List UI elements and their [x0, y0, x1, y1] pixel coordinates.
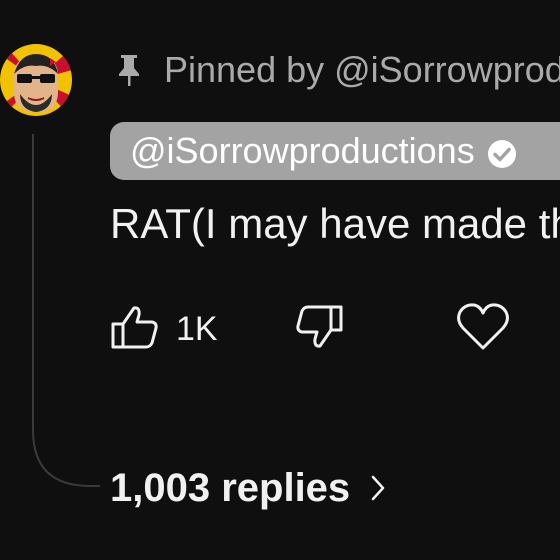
author-chip[interactable]: @iSorrowproductions — [110, 122, 560, 180]
pin-icon — [116, 53, 142, 87]
replies-label[interactable]: 1,003 replies — [110, 466, 350, 511]
like-button[interactable]: 1K — [110, 300, 218, 358]
pinned-label: Pinned by @iSorrowproductions — [164, 49, 560, 90]
comment-actions: 1K — [110, 300, 560, 358]
comment-body: RAT(I may have made this) — [110, 200, 560, 247]
pinned-indicator: Pinned by @iSorrowproductions — [116, 46, 560, 94]
thumbs-up-icon[interactable] — [110, 304, 160, 355]
replies-button[interactable]: 1,003 replies — [110, 460, 386, 516]
like-count: 1K — [176, 309, 218, 348]
author-handle[interactable]: @iSorrowproductions — [130, 130, 475, 172]
chevron-right-icon — [370, 474, 386, 502]
channel-avatar[interactable] — [0, 40, 72, 120]
heart-icon[interactable] — [456, 302, 510, 356]
heart-button[interactable] — [456, 300, 510, 358]
dislike-button[interactable] — [296, 300, 344, 358]
pinned-comment: Pinned by @iSorrowproductions @iSorrowpr… — [0, 0, 560, 560]
verified-check-icon — [487, 136, 517, 168]
thumbs-down-icon[interactable] — [296, 304, 344, 355]
